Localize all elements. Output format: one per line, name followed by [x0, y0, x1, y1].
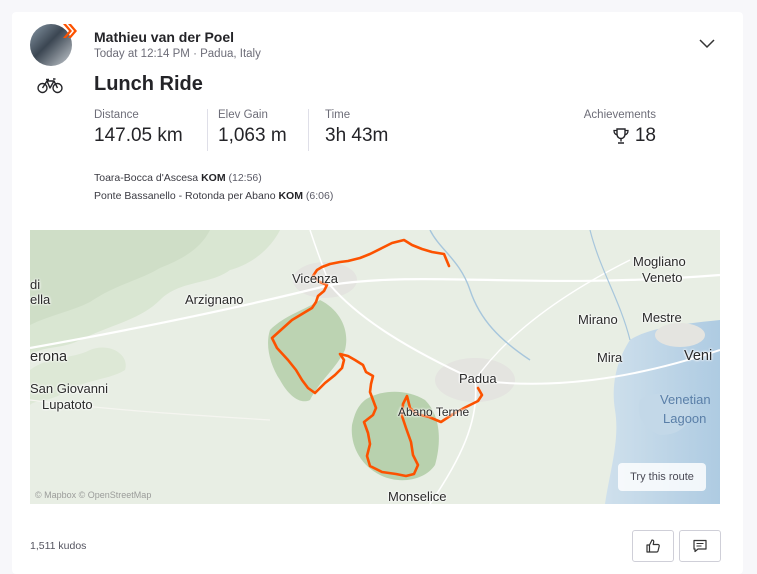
segment-time: (12:56)	[228, 172, 262, 184]
map-label-san-giovanni: San Giovanni	[30, 381, 109, 396]
map-label-ella: ella	[30, 292, 51, 307]
map-label-veneto: Veneto	[642, 270, 683, 285]
athlete-name[interactable]: Mathieu van der Poel	[94, 29, 234, 45]
kom-badge: KOM	[201, 172, 226, 184]
map-label-mogliano: Mogliano	[633, 254, 686, 269]
map-label-verona: erona	[30, 349, 68, 365]
comment-button[interactable]	[679, 530, 721, 562]
stat-elev-gain: Elev Gain 1,063 m	[218, 109, 287, 147]
route-map[interactable]: Vicenza Arzignano Padua Abano Terme Mons…	[30, 230, 720, 504]
activity-title[interactable]: Lunch Ride	[94, 73, 203, 96]
map-label-venice: Veni	[684, 348, 713, 364]
stat-distance: Distance 147.05 km	[94, 109, 183, 147]
stat-divider	[308, 109, 309, 151]
map-label-monselice: Monselice	[388, 489, 447, 504]
map-label-mestre: Mestre	[642, 310, 682, 325]
comment-icon	[693, 539, 707, 553]
activity-meta: Today at 12:14 PM · Padua, Italy	[94, 48, 261, 60]
thumbs-up-icon	[646, 539, 660, 553]
map-label-venetian: Venetian	[660, 392, 711, 407]
subscriber-badge-icon	[63, 24, 77, 38]
map-label-abano-terme: Abano Terme	[398, 405, 470, 419]
stat-value: 147.05 km	[94, 125, 183, 146]
segment-time: (6:06)	[305, 190, 334, 202]
map-attribution[interactable]: © Mapbox © OpenStreetMap	[35, 490, 151, 500]
map-label-arzignano: Arzignano	[185, 292, 244, 307]
stat-value: 1,063 m	[218, 125, 287, 146]
bike-icon	[37, 78, 63, 94]
segment-name: Toara-Bocca d'Ascesa	[94, 172, 199, 184]
stat-time: Time 3h 43m	[325, 109, 388, 147]
give-kudos-button[interactable]	[632, 530, 674, 562]
kudos-count[interactable]: 1,511 kudos	[30, 540, 86, 552]
map-label-di: di	[30, 277, 41, 292]
map-label-lupatoto: Lupatoto	[42, 397, 93, 412]
chevron-down-icon[interactable]	[697, 36, 717, 50]
stat-label: Distance	[94, 109, 139, 121]
kom-badge: KOM	[278, 190, 303, 202]
stat-label: Elev Gain	[218, 109, 268, 121]
try-this-route-button[interactable]: Try this route	[618, 463, 706, 491]
activity-card: Mathieu van der Poel Today at 12:14 PM ·…	[12, 12, 743, 574]
stat-label: Achievements	[583, 109, 656, 121]
trophy-icon	[613, 128, 629, 144]
achievement-count: 18	[634, 125, 656, 146]
segment-achievement-2[interactable]: Ponte Bassanello - Rotonda per Abano KOM…	[94, 190, 333, 202]
stat-label: Time	[325, 109, 351, 121]
stat-value: 3h 43m	[325, 125, 389, 146]
stat-achievements[interactable]: Achievements 18	[584, 109, 656, 147]
map-label-mirano: Mirano	[578, 312, 618, 327]
map-terrain	[30, 230, 720, 504]
segment-name: Ponte Bassanello - Rotonda per Abano	[94, 190, 276, 202]
map-label-padua: Padua	[459, 371, 497, 386]
map-label-vicenza: Vicenza	[292, 271, 339, 286]
map-label-lagoon: Lagoon	[663, 411, 707, 426]
map-label-mira: Mira	[597, 350, 623, 365]
segment-achievement-1[interactable]: Toara-Bocca d'Ascesa KOM (12:56)	[94, 172, 262, 184]
stat-divider	[207, 109, 208, 151]
